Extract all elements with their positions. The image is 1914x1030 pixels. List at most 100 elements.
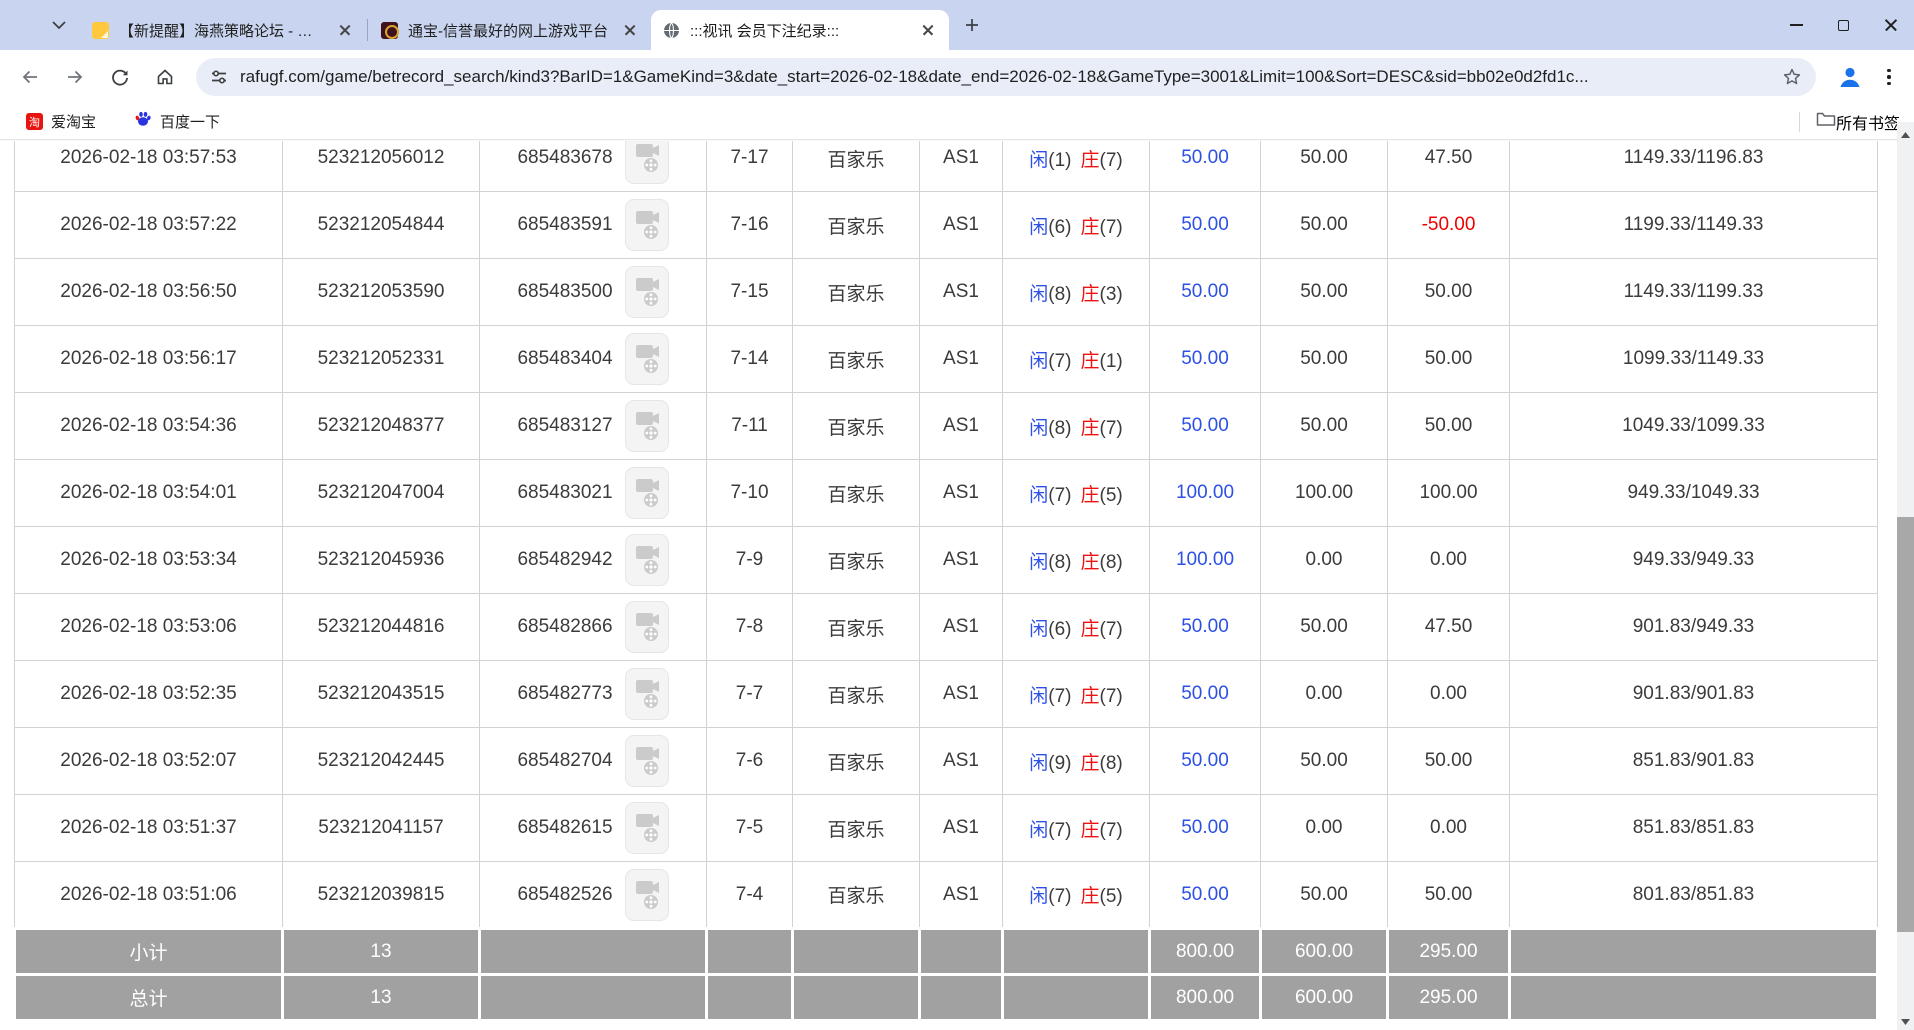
cell-table-name: AS1	[920, 661, 1003, 728]
banker-label: 庄	[1081, 753, 1100, 774]
bookmark-baidu[interactable]: 百度一下	[128, 109, 226, 135]
cell-table-name: AS1	[920, 326, 1003, 393]
cell-valid-bet: 0.00	[1261, 661, 1388, 728]
maximize-button[interactable]	[1820, 0, 1867, 50]
home-button[interactable]	[147, 59, 183, 95]
back-button[interactable]	[12, 59, 48, 95]
banker-points: (3)	[1100, 284, 1123, 305]
tab-tongbao[interactable]: 通宝-信誉最好的网上游戏平台	[369, 10, 651, 50]
cell-valid-bet: 100.00	[1261, 460, 1388, 527]
cell-game-name: 百家乐	[793, 795, 920, 862]
site-info-icon[interactable]	[210, 68, 228, 86]
cell-game-name: 百家乐	[793, 728, 920, 795]
cell-bet-time: 2026-02-18 03:56:50	[15, 259, 283, 326]
bookmark-star-icon[interactable]	[1782, 67, 1802, 87]
cell-bet-time: 2026-02-18 03:57:53	[15, 141, 283, 192]
cell-valid-bet: 50.00	[1261, 728, 1388, 795]
url-text[interactable]: rafugf.com/game/betrecord_search/kind3?B…	[240, 67, 1782, 87]
player-points: (8)	[1048, 418, 1071, 439]
video-replay-icon[interactable]	[625, 266, 669, 318]
vertical-scrollbar[interactable]	[1897, 122, 1914, 1030]
cell-bet-amount: 100.00	[1150, 460, 1261, 527]
cell-valid-bet: 50.00	[1261, 862, 1388, 929]
cell-game-name: 百家乐	[793, 326, 920, 393]
player-points: (9)	[1048, 753, 1071, 774]
minimize-button[interactable]	[1773, 0, 1820, 50]
video-replay-icon[interactable]	[625, 333, 669, 385]
tab-bet-record-active[interactable]: :::视讯 会员下注纪录:::	[651, 10, 949, 50]
cell-valid-bet: 50.00	[1261, 259, 1388, 326]
triangle-down-icon	[1901, 1019, 1910, 1025]
subtotal-row: 小计 13 800.00 600.00 295.00	[15, 929, 1878, 975]
cell-game-name: 百家乐	[793, 460, 920, 527]
scrollbar-thumb[interactable]	[1897, 517, 1914, 932]
profile-avatar[interactable]	[1834, 61, 1866, 93]
video-replay-icon[interactable]	[625, 802, 669, 854]
forward-button[interactable]	[57, 59, 93, 95]
cell-win-loss: 100.00	[1388, 460, 1510, 527]
banker-points: (7)	[1100, 418, 1123, 439]
video-replay-icon[interactable]	[625, 199, 669, 251]
banker-points: (7)	[1100, 820, 1123, 841]
video-replay-icon[interactable]	[625, 869, 669, 921]
total-label: 总计	[15, 975, 283, 1021]
video-replay-icon[interactable]	[625, 467, 669, 519]
tab-close-icon[interactable]	[619, 19, 641, 41]
scroll-down-button[interactable]	[1897, 1013, 1914, 1030]
minimize-icon	[1790, 24, 1803, 26]
cell-game-id: 685482942	[480, 527, 707, 594]
banker-points: (1)	[1100, 351, 1123, 372]
cell-round: 7-11	[707, 393, 793, 460]
cell-bet-id: 523212041157	[283, 795, 480, 862]
video-replay-icon[interactable]	[625, 534, 669, 586]
banker-label: 庄	[1081, 217, 1100, 238]
cell-win-loss: 50.00	[1388, 728, 1510, 795]
subtotal-bet: 800.00	[1150, 929, 1261, 975]
player-label: 闲	[1029, 753, 1048, 774]
tab-forum[interactable]: 【新提醒】海燕策略论坛 - 综合	[80, 10, 366, 50]
cell-bet-id: 523212054844	[283, 192, 480, 259]
cell-win-loss: 50.00	[1388, 862, 1510, 929]
player-points: (7)	[1048, 485, 1071, 506]
globe-icon	[663, 22, 680, 39]
cell-game-id: 685483678	[480, 141, 707, 192]
all-bookmarks-label[interactable]: 所有书签	[1836, 110, 1900, 134]
tab-search-button[interactable]	[46, 12, 72, 38]
cell-round: 7-15	[707, 259, 793, 326]
taobao-icon: 淘	[26, 113, 43, 130]
video-replay-icon[interactable]	[625, 668, 669, 720]
video-replay-icon[interactable]	[625, 400, 669, 452]
banker-points: (5)	[1100, 886, 1123, 907]
video-replay-icon[interactable]	[625, 735, 669, 787]
cell-bet-time: 2026-02-18 03:57:22	[15, 192, 283, 259]
cell-win-loss: 50.00	[1388, 259, 1510, 326]
tongbao-favicon-icon	[381, 22, 398, 39]
close-window-button[interactable]	[1867, 0, 1914, 50]
bookmark-aitaobao[interactable]: 淘 爱淘宝	[20, 109, 102, 135]
tab-close-icon[interactable]	[917, 19, 939, 41]
cell-round: 7-6	[707, 728, 793, 795]
browser-menu-button[interactable]	[1874, 62, 1904, 92]
tab-close-icon[interactable]	[334, 19, 356, 41]
game-id-text: 685483021	[517, 482, 612, 504]
table-row: 2026-02-18 03:53:06 523212044816 6854828…	[15, 594, 1878, 661]
cell-result: 闲(7)庄(5)	[1003, 862, 1150, 929]
new-tab-button[interactable]	[957, 10, 987, 40]
cell-round: 7-10	[707, 460, 793, 527]
game-id-text: 685482704	[517, 750, 612, 772]
reload-button[interactable]	[102, 59, 138, 95]
subtotal-label: 小计	[15, 929, 283, 975]
cell-game-id: 685482615	[480, 795, 707, 862]
cell-game-name: 百家乐	[793, 393, 920, 460]
cell-game-id: 685482526	[480, 862, 707, 929]
banker-points: (8)	[1100, 552, 1123, 573]
cell-balance: 949.33/1049.33	[1510, 460, 1878, 527]
cell-bet-time: 2026-02-18 03:54:36	[15, 393, 283, 460]
forward-icon	[65, 67, 85, 87]
game-id-text: 685483404	[517, 348, 612, 370]
scroll-up-button[interactable]	[1897, 126, 1914, 143]
total-winloss: 295.00	[1388, 975, 1510, 1021]
video-replay-icon[interactable]	[625, 141, 669, 184]
video-replay-icon[interactable]	[625, 601, 669, 653]
address-bar[interactable]: rafugf.com/game/betrecord_search/kind3?B…	[196, 58, 1816, 96]
